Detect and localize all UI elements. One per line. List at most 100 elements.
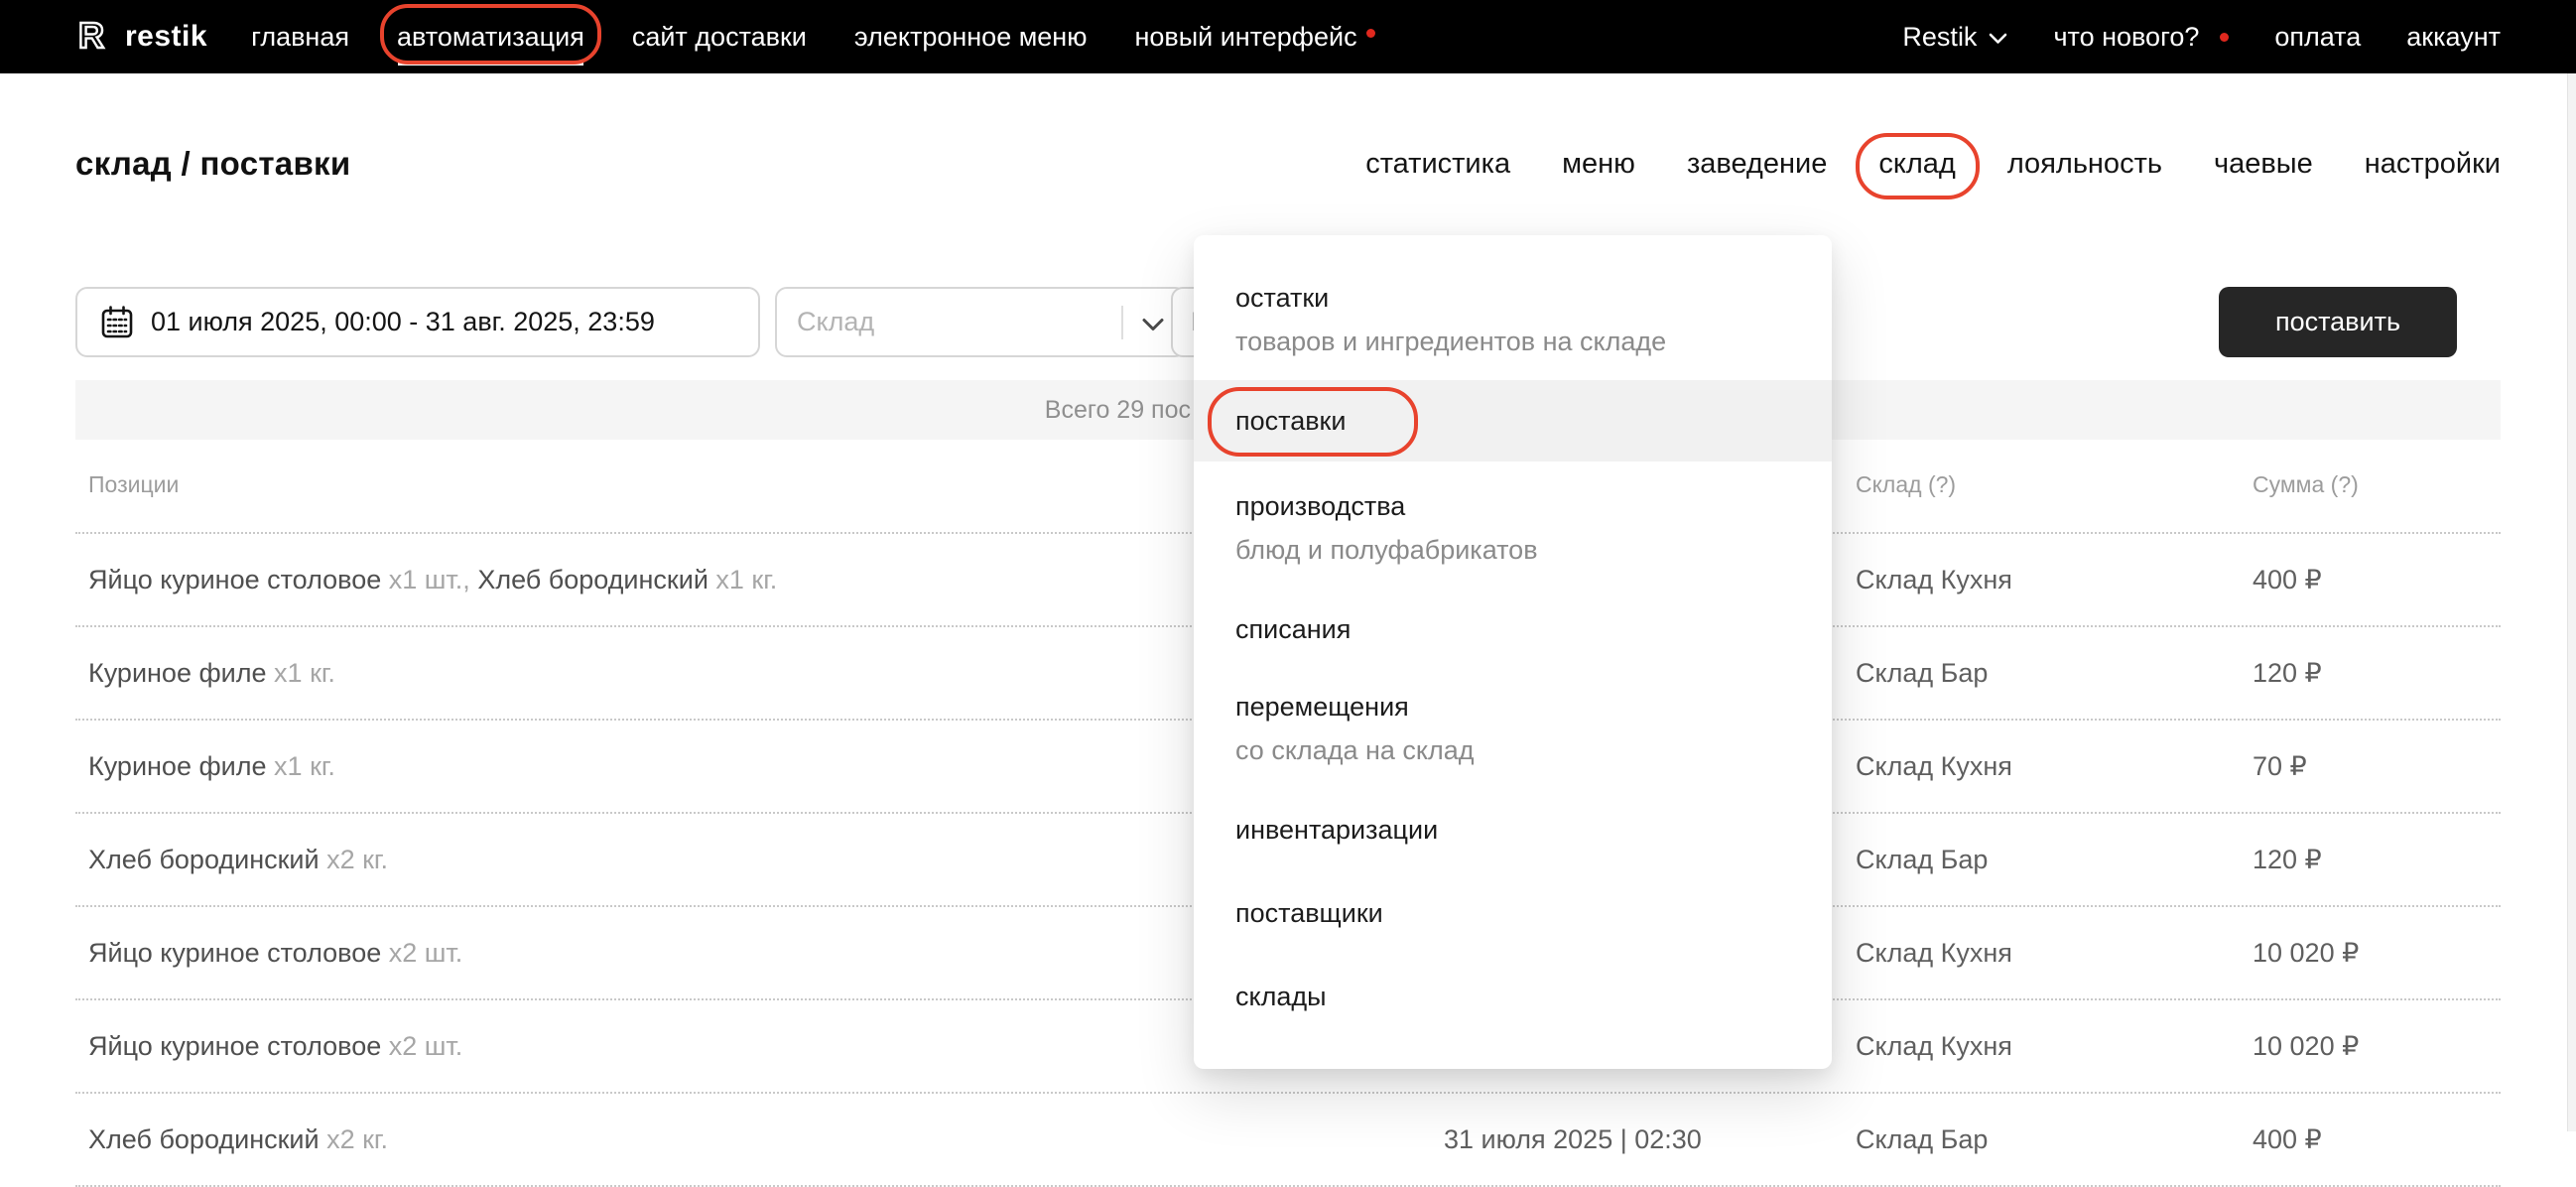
- row-warehouse: Склад Кухня: [1856, 751, 2253, 782]
- section-nav-item-label: лояльность: [2007, 148, 2162, 180]
- new-badge-dot: [1366, 29, 1375, 38]
- row-warehouse: Склад Бар: [1856, 1124, 2253, 1155]
- position-name: Яйцо куриное столовое: [88, 1031, 389, 1061]
- section-nav-item-меню[interactable]: меню: [1562, 148, 1635, 181]
- position-qty: х1 кг.: [715, 565, 777, 594]
- menu-item-производства[interactable]: производстваблюд и полуфабрикатов: [1194, 485, 1832, 573]
- page-title: склад / поставки: [75, 145, 350, 183]
- row-sum: 70 ₽: [2253, 751, 2501, 782]
- topbar-right-item-label: что нового?: [2053, 22, 2199, 53]
- menu-item-склады[interactable]: склады: [1194, 976, 1832, 1017]
- position-qty: х2 шт.: [389, 1031, 463, 1061]
- topbar-right-item[interactable]: Restik: [1902, 22, 2007, 53]
- position-name: Яйцо куриное столовое: [88, 938, 389, 968]
- menu-item-label: производства: [1235, 485, 1832, 527]
- row-sum: 120 ₽: [2253, 658, 2501, 689]
- position-name: Яйцо куриное столовое: [88, 565, 389, 594]
- topbar-nav-item[interactable]: сайт доставки: [632, 22, 807, 53]
- section-nav-item-заведение[interactable]: заведение: [1687, 148, 1827, 181]
- chevron-down-icon: [1989, 33, 2007, 45]
- section-nav-item-label: заведение: [1687, 148, 1827, 180]
- menu-item-поставщики[interactable]: поставщики: [1194, 892, 1832, 934]
- topbar-nav: главная автоматизация сайт доставки электро…: [251, 22, 1375, 53]
- row-sum: 400 ₽: [2253, 565, 2501, 595]
- topbar-nav-item[interactable]: главная: [251, 22, 349, 53]
- menu-item-остатки[interactable]: остаткитоваров и ингредиентов на складе: [1194, 277, 1832, 364]
- row-date: 31 июля 2025 | 02:30: [1444, 1124, 1856, 1155]
- menu-item-инвентаризации[interactable]: инвентаризации: [1194, 809, 1832, 851]
- topbar-right-item[interactable]: оплата: [2274, 22, 2361, 53]
- section-nav-item-статистика[interactable]: статистика: [1365, 148, 1510, 181]
- section-nav-item-label: меню: [1562, 148, 1635, 180]
- position-qty: х1 шт.,: [389, 565, 478, 594]
- column-header-sum: Сумма (?): [2253, 440, 2501, 532]
- topbar-nav-item[interactable]: автоматизация: [397, 22, 584, 53]
- section-nav-item-label: склад: [1878, 148, 1955, 180]
- menu-item-label: поставки: [1235, 400, 1832, 442]
- menu-item-поставки[interactable]: поставки: [1194, 380, 1832, 462]
- supply-button[interactable]: поставить: [2219, 287, 2457, 357]
- menu-item-subtitle: со склада на склад: [1235, 727, 1832, 773]
- row-warehouse: Склад Бар: [1856, 658, 2253, 689]
- calendar-icon: [101, 306, 133, 339]
- topbar-nav-item-label: автоматизация: [397, 22, 584, 53]
- row-warehouse: Склад Кухня: [1856, 565, 2253, 595]
- topbar-nav-item[interactable]: новый интерфейс: [1134, 22, 1374, 53]
- row-warehouse: Склад Кухня: [1856, 1031, 2253, 1062]
- position-qty: х2 кг.: [326, 1124, 388, 1154]
- section-nav-item-склад[interactable]: склад: [1878, 148, 1955, 181]
- row-sum: 10 020 ₽: [2253, 1031, 2501, 1062]
- table-row[interactable]: Хлеб бородинский х2 кг. 31 июля 2025 | 0…: [75, 1094, 2501, 1187]
- topbar-nav-item-label: электронное меню: [854, 22, 1088, 52]
- topbar-nav-item[interactable]: электронное меню: [854, 22, 1088, 53]
- position-qty: х1 кг.: [274, 751, 335, 781]
- menu-item-subtitle: товаров и ингредиентов на складе: [1235, 319, 1832, 364]
- menu-item-списания[interactable]: списания: [1194, 608, 1832, 650]
- topbar-right-item-label: аккаунт: [2406, 22, 2501, 53]
- topbar-right-item[interactable]: что нового?: [2053, 22, 2229, 53]
- position-qty: х2 кг.: [326, 845, 388, 874]
- date-range-picker[interactable]: 01 июля 2025, 00:00 - 31 авг. 2025, 23:5…: [75, 287, 760, 357]
- section-nav-item-label: статистика: [1365, 148, 1510, 180]
- position-name: Куриное филе: [88, 658, 274, 688]
- menu-item-label: поставщики: [1235, 892, 1832, 934]
- row-warehouse: Склад Бар: [1856, 845, 2253, 875]
- section-nav-item-чаевые[interactable]: чаевые: [2214, 148, 2313, 181]
- row-sum: 120 ₽: [2253, 845, 2501, 875]
- svg-text:R: R: [78, 15, 104, 55]
- warehouse-dropdown-menu: остаткитоваров и ингредиентов на складе п…: [1194, 235, 1832, 1069]
- menu-item-label: остатки: [1235, 277, 1832, 319]
- warehouse-select[interactable]: Склад: [775, 287, 1187, 357]
- topbar-nav-item-label: главная: [251, 22, 349, 52]
- menu-item-label: склады: [1235, 976, 1832, 1017]
- restik-logo-icon: R: [75, 15, 113, 60]
- menu-item-subtitle: блюд и полуфабрикатов: [1235, 527, 1832, 573]
- section-nav-item-лояльность[interactable]: лояльность: [2007, 148, 2162, 181]
- row-positions: Хлеб бородинский х2 кг.: [75, 1124, 1444, 1155]
- title-row: склад / поставки статистика меню заведение…: [75, 145, 2501, 183]
- position-name: Хлеб бородинский: [477, 565, 715, 594]
- section-nav-item-настройки[interactable]: настройки: [2365, 148, 2501, 181]
- position-name: Хлеб бородинский: [88, 1124, 326, 1154]
- restik-logo[interactable]: R restik: [75, 15, 207, 60]
- topbar-nav-item-label: сайт доставки: [632, 22, 807, 52]
- topbar-right-item[interactable]: аккаунт: [2406, 22, 2501, 53]
- position-qty: х1 кг.: [274, 658, 335, 688]
- row-sum: 10 020 ₽: [2253, 938, 2501, 969]
- section-nav: статистика меню заведение склад лояльность ча…: [1365, 148, 2501, 181]
- chevron-down-icon: [1141, 318, 1165, 331]
- menu-item-label: списания: [1235, 608, 1832, 650]
- topbar-right-item-label: Restik: [1902, 22, 1977, 53]
- section-nav-item-label: чаевые: [2214, 148, 2313, 180]
- topbar-nav-item-label: новый интерфейс: [1134, 22, 1356, 52]
- column-header-warehouse: Склад (?): [1856, 440, 2253, 532]
- row-sum: 400 ₽: [2253, 1124, 2501, 1155]
- section-nav-item-label: настройки: [2365, 148, 2501, 180]
- menu-item-label: инвентаризации: [1235, 809, 1832, 851]
- menu-item-label: перемещения: [1235, 686, 1832, 727]
- position-qty: х2 шт.: [389, 938, 463, 968]
- scrollbar[interactable]: [2567, 73, 2576, 1131]
- menu-item-перемещения[interactable]: перемещениясо склада на склад: [1194, 686, 1832, 773]
- restik-logo-text: restik: [125, 20, 207, 54]
- warehouse-select-placeholder: Склад: [797, 307, 874, 337]
